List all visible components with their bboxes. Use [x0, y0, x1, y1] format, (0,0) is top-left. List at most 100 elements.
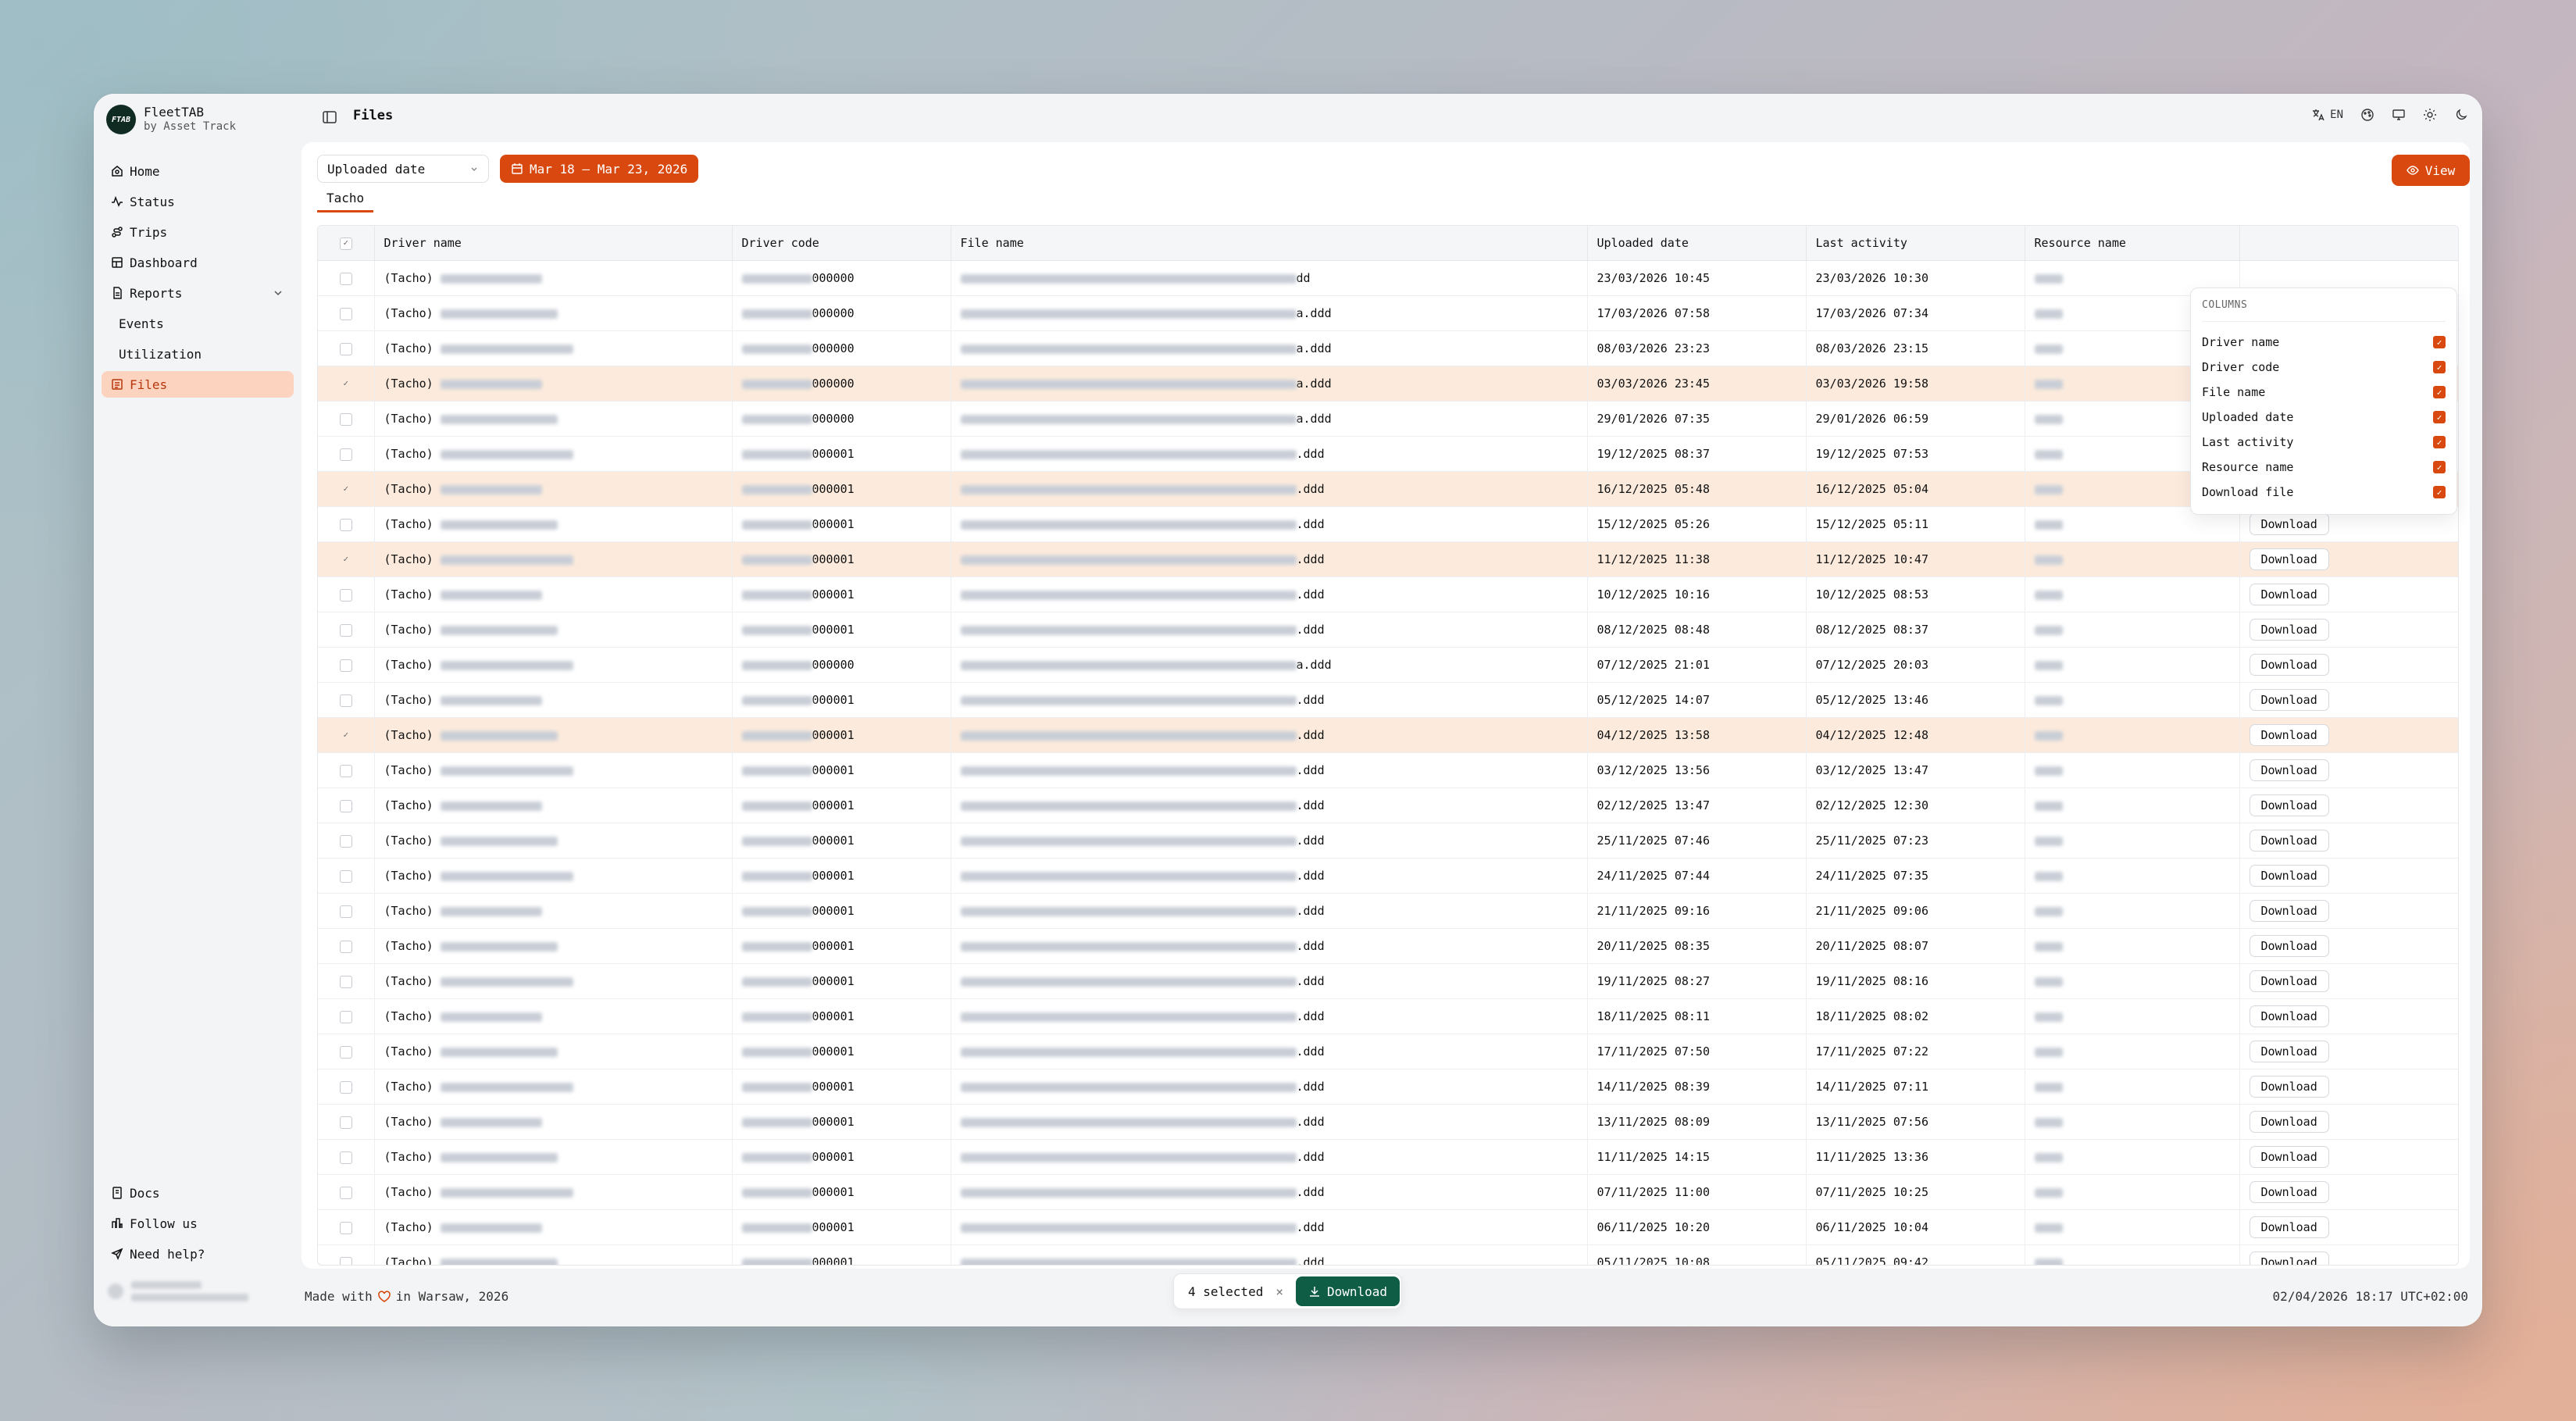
row-checkbox[interactable]: ✓ — [340, 484, 352, 496]
row-select-cell[interactable] — [318, 1244, 375, 1265]
download-file-button[interactable]: Download — [2249, 1111, 2329, 1133]
download-file-button[interactable]: Download — [2249, 1005, 2329, 1027]
column-toggle[interactable]: Uploaded date ✓ — [2202, 405, 2446, 430]
row-checkbox[interactable] — [339, 272, 352, 285]
row-checkbox[interactable] — [339, 1186, 352, 1199]
sidebar-item-docs[interactable]: Docs — [102, 1180, 294, 1206]
column-toggle[interactable]: File name ✓ — [2202, 380, 2446, 405]
row-checkbox[interactable] — [339, 518, 352, 531]
column-toggle-checkbox[interactable]: ✓ — [2433, 361, 2446, 373]
date-field-select[interactable]: Uploaded date — [317, 155, 489, 183]
table-row[interactable]: (Tacho) 000001 .ddd 18/11/2025 08:11 18/11/… — [318, 998, 2458, 1034]
row-checkbox[interactable]: ✓ — [340, 378, 352, 391]
row-checkbox[interactable] — [339, 905, 352, 918]
select-all-checkbox[interactable]: ✓ — [339, 237, 352, 250]
row-checkbox[interactable] — [339, 342, 352, 355]
table-row[interactable]: (Tacho) 000001 .ddd 24/11/2025 07:44 24/11/… — [318, 858, 2458, 894]
table-row[interactable]: (Tacho) 000001 .ddd 06/11/2025 10:20 06/11/… — [318, 1209, 2458, 1245]
column-toggle[interactable]: Driver name ✓ — [2202, 330, 2446, 355]
table-row[interactable]: (Tacho) 000000 a.ddd 29/01/2026 07:35 29/01… — [318, 401, 2458, 437]
row-checkbox[interactable] — [339, 307, 352, 320]
row-select-cell[interactable] — [318, 893, 375, 929]
row-checkbox[interactable] — [339, 588, 352, 602]
row-select-cell[interactable] — [318, 1209, 375, 1245]
download-selected-button[interactable]: Download — [1295, 1276, 1400, 1306]
sidebar-toggle-icon[interactable] — [322, 109, 337, 125]
clear-selection-icon[interactable]: × — [1271, 1284, 1288, 1299]
table-row[interactable]: (Tacho) 000001 .ddd 10/12/2025 10:16 10/12/… — [318, 577, 2458, 612]
row-select-cell[interactable] — [318, 823, 375, 859]
download-file-button[interactable]: Download — [2249, 1076, 2329, 1098]
table-row[interactable]: ✓ (Tacho) 000001 .ddd 11/12/2025 11:38 11/12… — [318, 541, 2458, 577]
table-row[interactable]: ✓ (Tacho) 000001 .ddd 16/12/2025 05:48 16/12… — [318, 471, 2458, 507]
row-checkbox[interactable] — [339, 659, 352, 672]
row-select-cell[interactable] — [318, 612, 375, 648]
column-header-uploaded-date[interactable]: Uploaded date — [1587, 226, 1807, 261]
table-row[interactable]: (Tacho) 000001 .ddd 19/11/2025 08:27 19/11/… — [318, 963, 2458, 999]
row-select-cell[interactable] — [318, 787, 375, 823]
table-row[interactable]: (Tacho) 000001 .ddd 05/11/2025 10:08 05/11/… — [318, 1244, 2458, 1265]
table-row[interactable]: (Tacho) 000001 .ddd 05/12/2025 14:07 05/12/… — [318, 682, 2458, 718]
table-row[interactable]: (Tacho) 000001 .ddd 17/11/2025 07:50 17/11/… — [318, 1034, 2458, 1069]
date-range-button[interactable]: Mar 18 – Mar 23, 2026 — [500, 155, 699, 183]
palette-icon[interactable] — [2360, 108, 2374, 122]
row-select-cell[interactable]: ✓ — [318, 471, 375, 507]
row-checkbox[interactable] — [339, 764, 352, 777]
table-row[interactable]: (Tacho) 000000 dd 23/03/2026 10:45 23/03/20… — [318, 260, 2458, 296]
download-file-button[interactable]: Download — [2249, 584, 2329, 605]
row-select-cell[interactable] — [318, 577, 375, 612]
download-file-button[interactable]: Download — [2249, 1216, 2329, 1238]
row-checkbox[interactable] — [339, 1151, 352, 1164]
table-row[interactable]: (Tacho) 000001 .ddd 21/11/2025 09:16 21/11/… — [318, 893, 2458, 929]
row-select-cell[interactable] — [318, 1139, 375, 1175]
row-select-cell[interactable] — [318, 330, 375, 366]
sidebar-item-utilization[interactable]: Utilization — [102, 341, 294, 367]
row-checkbox[interactable] — [339, 975, 352, 988]
row-select-cell[interactable]: ✓ — [318, 366, 375, 402]
download-file-button[interactable]: Download — [2249, 654, 2329, 676]
download-file-button[interactable]: Download — [2249, 619, 2329, 641]
row-select-cell[interactable] — [318, 260, 375, 296]
table-row[interactable]: (Tacho) 000001 .ddd 14/11/2025 08:39 14/11/… — [318, 1069, 2458, 1105]
row-select-cell[interactable] — [318, 1034, 375, 1069]
column-toggle[interactable]: Download file ✓ — [2202, 480, 2446, 505]
sidebar-item-dashboard[interactable]: Dashboard — [102, 249, 294, 276]
row-select-cell[interactable]: ✓ — [318, 541, 375, 577]
row-checkbox[interactable] — [339, 412, 352, 426]
row-checkbox[interactable] — [339, 1221, 352, 1234]
table-row[interactable]: ✓ (Tacho) 000001 .ddd 04/12/2025 13:58 04/12… — [318, 717, 2458, 753]
table-row[interactable]: (Tacho) 000001 .ddd 07/11/2025 11:00 07/11/… — [318, 1174, 2458, 1210]
row-checkbox[interactable] — [339, 1080, 352, 1094]
column-toggle-checkbox[interactable]: ✓ — [2433, 411, 2446, 423]
column-toggle-checkbox[interactable]: ✓ — [2433, 336, 2446, 348]
column-toggle[interactable]: Last activity ✓ — [2202, 430, 2446, 455]
table-row[interactable]: (Tacho) 000000 a.ddd 17/03/2026 07:58 17/03… — [318, 295, 2458, 331]
row-checkbox[interactable] — [339, 940, 352, 953]
row-checkbox[interactable] — [339, 623, 352, 637]
download-file-button[interactable]: Download — [2249, 724, 2329, 746]
column-toggle[interactable]: Resource name ✓ — [2202, 455, 2446, 480]
row-checkbox[interactable] — [339, 1010, 352, 1023]
sidebar-item-status[interactable]: Status — [102, 188, 294, 215]
row-select-cell[interactable] — [318, 858, 375, 894]
sidebar-item-trips[interactable]: Trips — [102, 219, 294, 245]
row-select-cell[interactable] — [318, 928, 375, 964]
column-toggle-checkbox[interactable]: ✓ — [2433, 436, 2446, 448]
select-all-cell[interactable]: ✓ — [318, 226, 375, 261]
sidebar-item-follow[interactable]: Follow us — [102, 1210, 294, 1237]
row-checkbox[interactable] — [339, 834, 352, 848]
row-select-cell[interactable] — [318, 1174, 375, 1210]
row-select-cell[interactable] — [318, 752, 375, 788]
row-select-cell[interactable] — [318, 1104, 375, 1140]
row-select-cell[interactable] — [318, 295, 375, 331]
column-header-last-activity[interactable]: Last activity — [1806, 226, 2025, 261]
column-header-file-name[interactable]: File name — [951, 226, 1588, 261]
table-row[interactable]: (Tacho) 000001 .ddd 25/11/2025 07:46 25/11/… — [318, 823, 2458, 859]
download-file-button[interactable]: Download — [2249, 1041, 2329, 1062]
row-select-cell[interactable] — [318, 682, 375, 718]
row-checkbox[interactable] — [339, 1045, 352, 1059]
row-checkbox[interactable]: ✓ — [340, 554, 352, 566]
column-header-driver-code[interactable]: Driver code — [732, 226, 951, 261]
sidebar-item-help[interactable]: Need help? — [102, 1241, 294, 1267]
table-row[interactable]: (Tacho) 000001 .ddd 02/12/2025 13:47 02/12/… — [318, 787, 2458, 823]
